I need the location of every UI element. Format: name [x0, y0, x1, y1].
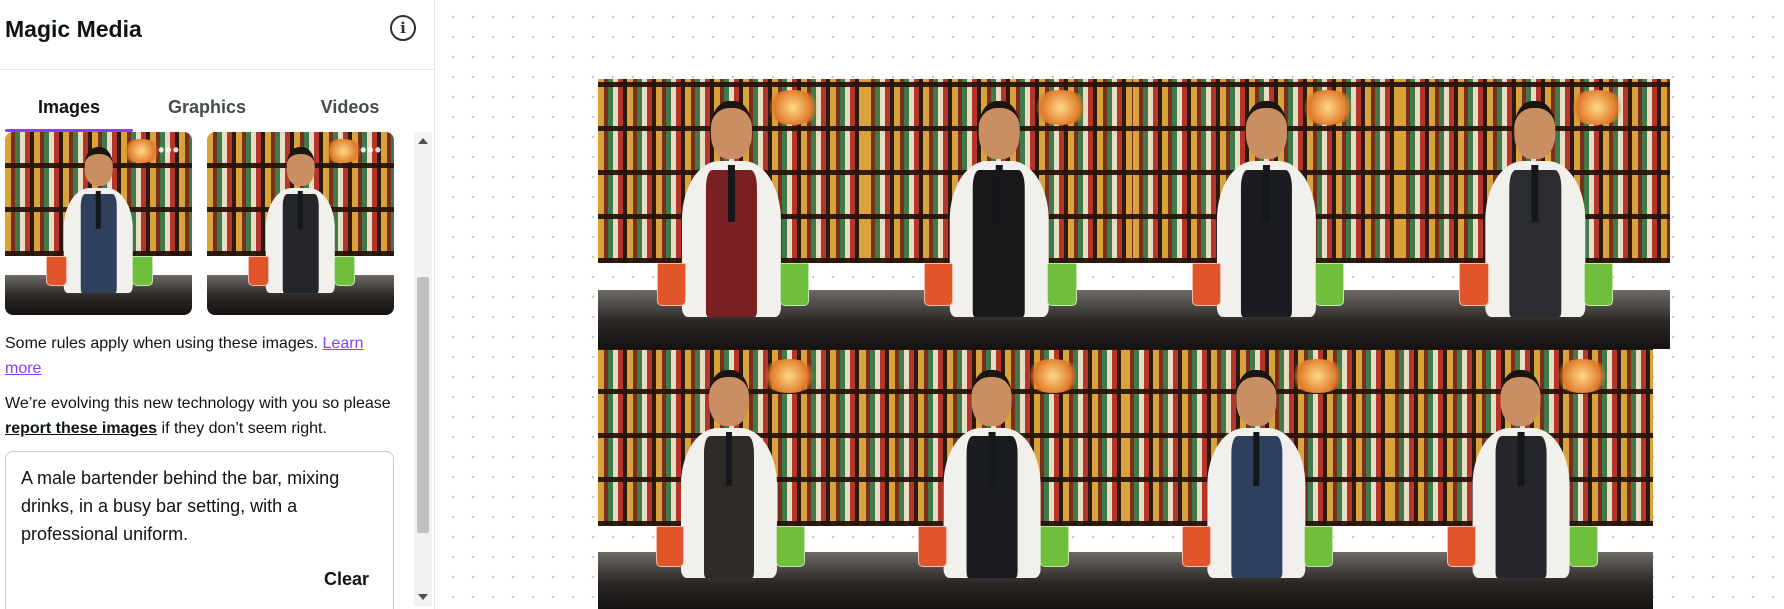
bartender-tie — [1263, 165, 1270, 222]
bartender-illustration — [1133, 79, 1400, 349]
cocktail-glass-2 — [1039, 525, 1069, 568]
bartender-figure — [1466, 369, 1577, 578]
design-canvas[interactable] — [436, 0, 1784, 609]
usage-rules-text: Some rules apply when using these images… — [5, 335, 323, 352]
scroll-down-arrow-icon[interactable] — [418, 594, 428, 600]
bartender-head — [711, 100, 752, 159]
bartender-tie — [298, 190, 303, 229]
cocktail-glass-2 — [1583, 262, 1614, 306]
bartender-illustration — [1124, 349, 1389, 609]
bartender-tie — [728, 165, 735, 222]
cocktail-glass-1 — [248, 256, 269, 286]
bartender-illustration — [865, 79, 1133, 349]
bartender-head — [1501, 369, 1541, 426]
prompt-text[interactable]: A male bartender behind the bar, mixing … — [21, 464, 371, 548]
tab-graphics[interactable]: Graphics — [143, 82, 271, 132]
bartender-image-8[interactable] — [1389, 349, 1653, 609]
bartender-figure — [1210, 100, 1322, 317]
feedback-note-suffix: if they don’t seem right. — [157, 420, 327, 437]
bartender-illustration — [1400, 79, 1670, 349]
bartender-image-3[interactable] — [1133, 79, 1400, 349]
bartender-head — [972, 369, 1012, 426]
cocktail-glass-2 — [334, 256, 355, 286]
cocktail-glass-1 — [46, 256, 67, 286]
prompt-input[interactable]: A male bartender behind the bar, mixing … — [5, 451, 394, 609]
cocktail-glass-2 — [1304, 525, 1334, 568]
bartender-head — [709, 369, 749, 426]
bartender-tie — [988, 432, 996, 487]
bartender-head — [84, 146, 113, 187]
cocktail-glass-2 — [779, 262, 809, 306]
result-thumbnail-2[interactable]: ••• — [207, 132, 394, 315]
bartender-image-4[interactable] — [1400, 79, 1670, 349]
cocktail-glass-1 — [1447, 525, 1477, 568]
bartender-tie — [725, 432, 733, 487]
bartender-tie — [995, 165, 1003, 222]
bartender-head — [1236, 369, 1277, 426]
scroll-up-arrow-icon[interactable] — [418, 138, 428, 144]
more-options-icon[interactable]: ••• — [360, 141, 382, 159]
scrollbar-thumb[interactable] — [417, 277, 429, 533]
cocktail-glass-2 — [1047, 262, 1077, 306]
cocktail-glass-2 — [1314, 262, 1344, 306]
bartender-figure — [943, 100, 1056, 317]
bartender-figure — [675, 100, 787, 317]
cocktail-glass-2 — [776, 525, 805, 568]
usage-rules-note: Some rules apply when using these images… — [5, 331, 375, 381]
cocktail-glass-2 — [132, 256, 153, 286]
cocktail-glass-1 — [923, 262, 954, 306]
bartender-head — [978, 100, 1020, 159]
bartender-tie — [1531, 165, 1539, 222]
feedback-note-prefix: We’re evolving this new technology with … — [5, 395, 391, 412]
bartender-illustration — [598, 349, 860, 609]
bartender-figure — [261, 146, 340, 294]
cocktail-glass-1 — [1459, 262, 1490, 306]
more-options-icon[interactable]: ••• — [158, 141, 180, 159]
bartender-tie — [96, 190, 101, 229]
tab-images[interactable]: Images — [5, 82, 133, 132]
report-images-link[interactable]: report these images — [5, 420, 157, 437]
feedback-note: We’re evolving this new technology with … — [5, 391, 400, 441]
cocktail-glass-1 — [655, 525, 685, 568]
bartender-tie — [1253, 432, 1260, 487]
info-icon[interactable]: i — [390, 15, 416, 41]
bartender-image-5[interactable] — [598, 349, 860, 609]
cocktail-glass-1 — [1182, 525, 1212, 568]
bartender-illustration — [1389, 349, 1653, 609]
bartender-image-7[interactable] — [1124, 349, 1389, 609]
cocktail-glass-1 — [1191, 262, 1222, 306]
panel-title: Magic Media — [5, 16, 142, 42]
bartender-head — [286, 146, 315, 187]
magic-media-panel: Magic Media i Images Graphics Videos •••… — [0, 0, 435, 609]
results-scroll-area: ••• ••• Some rules apply when using thes… — [0, 132, 435, 609]
cocktail-glass-2 — [1568, 525, 1598, 568]
bartender-image-2[interactable] — [865, 79, 1133, 349]
bartender-image-1[interactable] — [598, 79, 865, 349]
bartender-figure — [674, 369, 784, 578]
clear-button[interactable]: Clear — [324, 569, 369, 590]
bartender-head — [1246, 100, 1287, 159]
bartender-illustration — [860, 349, 1124, 609]
bartender-head — [1514, 100, 1556, 159]
bartender-figure — [937, 369, 1048, 578]
bartender-image-6[interactable] — [860, 349, 1124, 609]
media-tabs: Images Graphics Videos — [0, 82, 410, 132]
cocktail-glass-1 — [656, 262, 687, 306]
bartender-figure — [59, 146, 138, 294]
bartender-tie — [1517, 432, 1525, 487]
cocktail-glass-1 — [918, 525, 948, 568]
panel-scrollbar[interactable] — [414, 132, 432, 606]
result-thumbnail-1[interactable]: ••• — [5, 132, 192, 315]
bartender-figure — [1201, 369, 1312, 578]
bartender-illustration — [598, 79, 865, 349]
tab-videos[interactable]: Videos — [286, 82, 414, 132]
panel-header: Magic Media i — [0, 0, 434, 70]
bartender-figure — [1478, 100, 1591, 317]
